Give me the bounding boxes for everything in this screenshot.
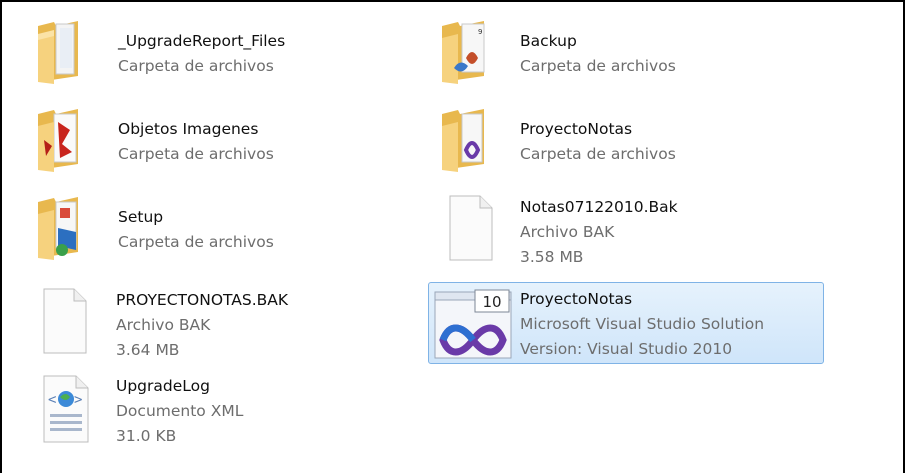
visual-studio-solution-icon: 10: [431, 286, 515, 362]
file-type: Archivo BAK: [520, 223, 615, 241]
xml-document-icon: < >: [38, 370, 94, 446]
file-type: Microsoft Visual Studio Solution: [520, 315, 765, 333]
file-type: Carpeta de archivos: [520, 145, 676, 163]
folder-icon: [34, 12, 90, 88]
file-name: ProyectoNotas: [520, 290, 633, 308]
blank-file-icon: [38, 283, 94, 359]
file-type: Documento XML: [116, 402, 244, 420]
file-type: Carpeta de archivos: [520, 57, 676, 75]
file-type: Archivo BAK: [116, 316, 211, 334]
file-size: 3.58 MB: [520, 248, 584, 266]
file-type: Carpeta de archivos: [118, 57, 274, 75]
file-name: _UpgradeReport_Files: [118, 32, 286, 50]
folder-icon: [34, 188, 90, 264]
file-name: Notas07122010.Bak: [520, 198, 678, 216]
svg-text:<: <: [48, 392, 56, 408]
file-view: _UpgradeReport_Files Carpeta de archivos…: [0, 0, 905, 473]
file-item-upgradelog[interactable]: < > UpgradeLog Documento XML 31.0 KB: [30, 368, 410, 446]
file-name: Setup: [118, 208, 164, 226]
svg-text:>: >: [74, 392, 82, 408]
folder-icon: 9: [438, 12, 494, 88]
file-name: Backup: [520, 32, 577, 50]
file-item-notas07122010-bak[interactable]: Notas07122010.Bak Archivo BAK 3.58 MB: [434, 188, 824, 266]
file-name: UpgradeLog: [116, 377, 210, 395]
file-type: Carpeta de archivos: [118, 233, 274, 251]
file-size: 3.64 MB: [116, 341, 180, 359]
file-item-setup[interactable]: Setup Carpeta de archivos: [30, 188, 410, 266]
svg-text:9: 9: [478, 28, 482, 36]
file-item-proyectonotas-bak[interactable]: PROYECTONOTAS.BAK Archivo BAK 3.64 MB: [30, 279, 410, 359]
folder-icon: [438, 100, 494, 176]
file-name: ProyectoNotas: [520, 120, 633, 138]
file-size: 31.0 KB: [116, 427, 177, 445]
file-item-upgradereport-files[interactable]: _UpgradeReport_Files Carpeta de archivos: [30, 12, 410, 90]
file-type: Carpeta de archivos: [118, 145, 274, 163]
file-version: Version: Visual Studio 2010: [520, 340, 733, 358]
blank-file-icon: [444, 190, 500, 266]
file-item-backup[interactable]: 9 Backup Carpeta de archivos: [434, 12, 824, 90]
folder-icon: [34, 100, 90, 176]
version-badge: 10: [482, 293, 501, 311]
file-name: PROYECTONOTAS.BAK: [116, 291, 289, 309]
file-item-proyectonotas-solution[interactable]: 10 ProyectoNotas Microsoft Visual Studio…: [428, 282, 824, 364]
file-item-objetos-imagenes[interactable]: Objetos Imagenes Carpeta de archivos: [30, 100, 410, 178]
file-name: Objetos Imagenes: [118, 120, 259, 138]
file-item-proyectonotas-folder[interactable]: ProyectoNotas Carpeta de archivos: [434, 100, 824, 178]
